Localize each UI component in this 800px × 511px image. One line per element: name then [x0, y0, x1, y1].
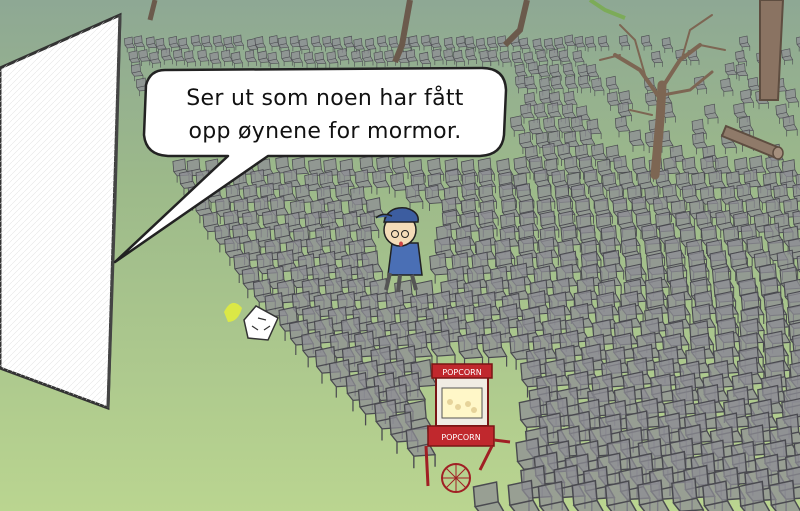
speech-line-2: opp øynene for mormor. — [188, 119, 462, 144]
tree-trunk-right — [759, 0, 785, 101]
popcorn-sign-top: POPCORN — [442, 368, 481, 377]
speech-line-1: Ser ut som noen har fått — [186, 86, 464, 111]
comic-panel-scene: POPCORN POPCORN — [0, 0, 800, 511]
projector-screen — [0, 12, 122, 411]
speech-bubble-text: Ser ut som noen har fått opp øynene for … — [150, 82, 500, 148]
popcorn-sign-bottom: POPCORN — [441, 433, 480, 442]
